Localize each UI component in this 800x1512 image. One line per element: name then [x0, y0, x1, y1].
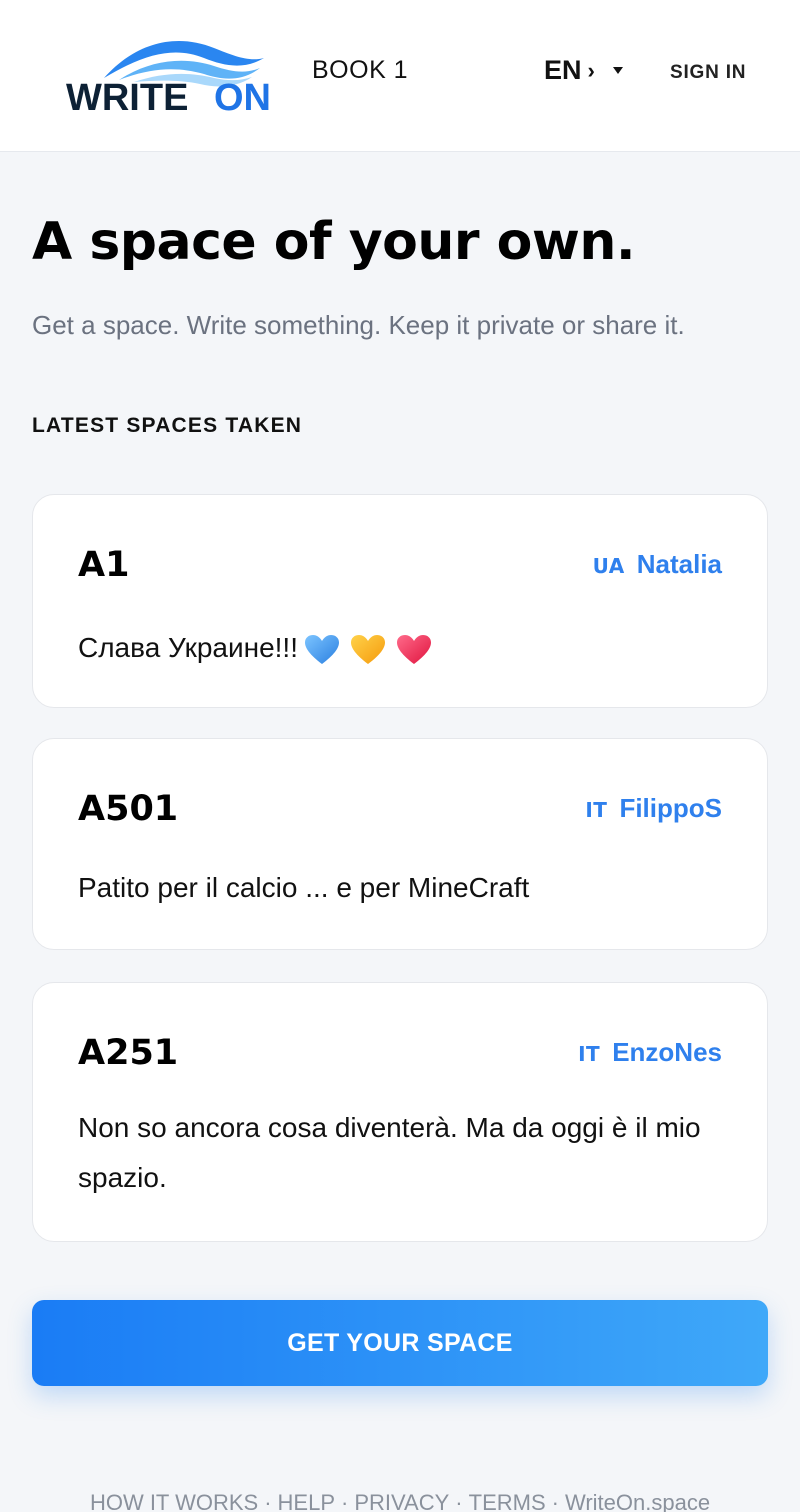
dropdown-caret-icon — [612, 67, 623, 74]
page-subtitle: Get a space. Write something. Keep it pr… — [32, 310, 685, 340]
space-message: Patito per il calcio ... e per MineCraft — [78, 872, 530, 903]
language-code: EN — [544, 55, 582, 85]
blue-heart-icon — [304, 634, 339, 664]
footer-link-how-it-works[interactable]: HOW IT WORKS — [90, 1490, 258, 1512]
book-label: BOOK 1 — [312, 56, 409, 84]
space-owner-link[interactable]: IT FilippoS — [585, 793, 722, 824]
footer-separator: · — [551, 1490, 559, 1512]
logo-text-on: ON — [214, 77, 271, 116]
space-message: Non so ancora cosa diventerà. Ma da oggi… — [78, 1112, 701, 1193]
footer-separator: · — [264, 1490, 272, 1512]
space-owner-link[interactable]: IT EnzoNes — [578, 1037, 722, 1068]
footer-links: HOW IT WORKS · HELP · PRIVACY · TERMS · WriteOn.… — [0, 1490, 800, 1512]
space-code: A1 — [78, 545, 130, 585]
space-message-text: Слава Украине!!! — [78, 632, 298, 663]
footer-separator: · — [455, 1490, 463, 1512]
footer-link-privacy[interactable]: PRIVACY — [354, 1490, 449, 1512]
footer-separator: · — [341, 1490, 349, 1512]
country-code: IT — [578, 1042, 601, 1066]
chevron-right-icon: › — [587, 57, 595, 83]
space-message: Слава Украине!!! — [78, 623, 738, 673]
space-code: A251 — [78, 1033, 179, 1073]
logo-text-write: WRITE — [66, 77, 188, 116]
space-owner-link[interactable]: UA Natalia — [593, 549, 722, 580]
country-code: IT — [585, 798, 608, 822]
top-header: WRITE ON BOOK 1 EN › SIGN IN — [0, 0, 800, 152]
heart-emojis — [304, 634, 432, 666]
space-card[interactable]: A251 IT EnzoNes Non so ancora cosa diven… — [32, 982, 768, 1242]
wave-logo-icon: WRITE ON — [66, 40, 271, 116]
latest-spaces-heading: LATEST SPACES TAKEN — [32, 414, 303, 437]
page-title: A space of your own. — [32, 212, 636, 272]
footer-link-writeon-space[interactable]: WriteOn.space — [565, 1490, 710, 1512]
footer-link-help[interactable]: HELP — [278, 1490, 335, 1512]
space-card[interactable]: A501 IT FilippoS Patito per il calcio ..… — [32, 738, 768, 950]
sign-in-link[interactable]: SIGN IN — [670, 62, 746, 84]
owner-name: FilippoS — [619, 793, 722, 823]
yellow-heart-icon — [350, 634, 385, 664]
country-code: UA — [592, 554, 625, 578]
writeon-logo[interactable]: WRITE ON — [64, 30, 298, 116]
footer-link-terms[interactable]: TERMS — [469, 1490, 546, 1512]
red-heart-icon — [396, 634, 431, 664]
space-card[interactable]: A1 UA Natalia Слава Украине!!! — [32, 494, 768, 708]
get-your-space-button[interactable]: GET YOUR SPACE — [32, 1300, 768, 1386]
space-code: A501 — [78, 789, 179, 829]
owner-name: EnzoNes — [612, 1037, 722, 1067]
language-selector[interactable]: EN › — [544, 55, 623, 86]
owner-name: Natalia — [636, 549, 722, 579]
